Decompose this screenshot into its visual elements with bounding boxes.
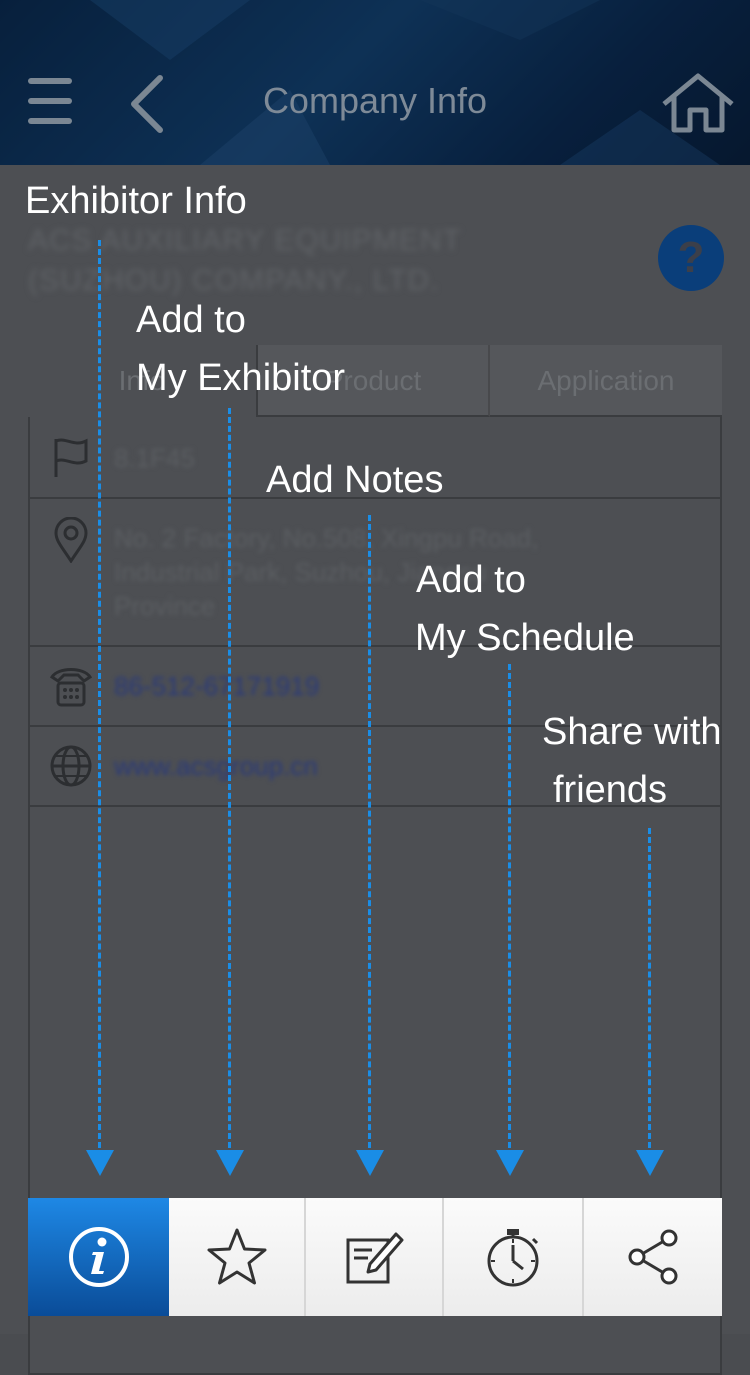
label-share-with: Share with xyxy=(542,711,722,753)
label-exhibitor-info: Exhibitor Info xyxy=(25,180,247,222)
arrow-add-notes xyxy=(356,515,384,1176)
timer-icon xyxy=(487,1229,539,1287)
company-name-line2: (SUZHOU) COMPANY., LTD. xyxy=(28,264,440,297)
arrow-share xyxy=(636,828,664,1176)
tab-bar: Info Product Application xyxy=(28,345,722,417)
help-button[interactable]: ? xyxy=(658,225,724,291)
app-header: Company Info xyxy=(0,0,750,165)
home-icon[interactable] xyxy=(660,72,736,134)
star-icon xyxy=(207,1228,266,1285)
add-notes-button[interactable] xyxy=(306,1198,444,1316)
share-button[interactable] xyxy=(584,1198,722,1316)
bottom-toolbar xyxy=(28,1198,722,1316)
add-to-my-exhibitor-button[interactable] xyxy=(169,1198,306,1316)
label-add-notes: Add Notes xyxy=(266,459,444,501)
arrow-my-exhibitor xyxy=(216,408,244,1176)
label-my-exhibitor: My Exhibitor xyxy=(136,357,346,399)
page-title: Company Info xyxy=(262,80,488,121)
arrow-exhibitor-info xyxy=(86,240,114,1176)
label-friends: friends xyxy=(553,769,668,811)
label-my-schedule: My Schedule xyxy=(415,617,635,659)
notes-icon xyxy=(346,1232,404,1284)
label-add-to-exhibitor-line1: Add to xyxy=(136,299,246,341)
info-icon xyxy=(68,1227,129,1287)
add-to-my-schedule-button[interactable] xyxy=(444,1198,584,1316)
company-name: ACS AUXILIARY EQUIPMENT (SUZHOU) COMPANY… xyxy=(28,221,628,301)
arrow-my-schedule xyxy=(496,664,524,1176)
share-icon xyxy=(628,1229,678,1285)
tab-application[interactable]: Application xyxy=(490,345,722,417)
label-add-to-schedule-line1: Add to xyxy=(416,559,526,601)
exhibitor-info-button[interactable] xyxy=(28,1198,169,1316)
